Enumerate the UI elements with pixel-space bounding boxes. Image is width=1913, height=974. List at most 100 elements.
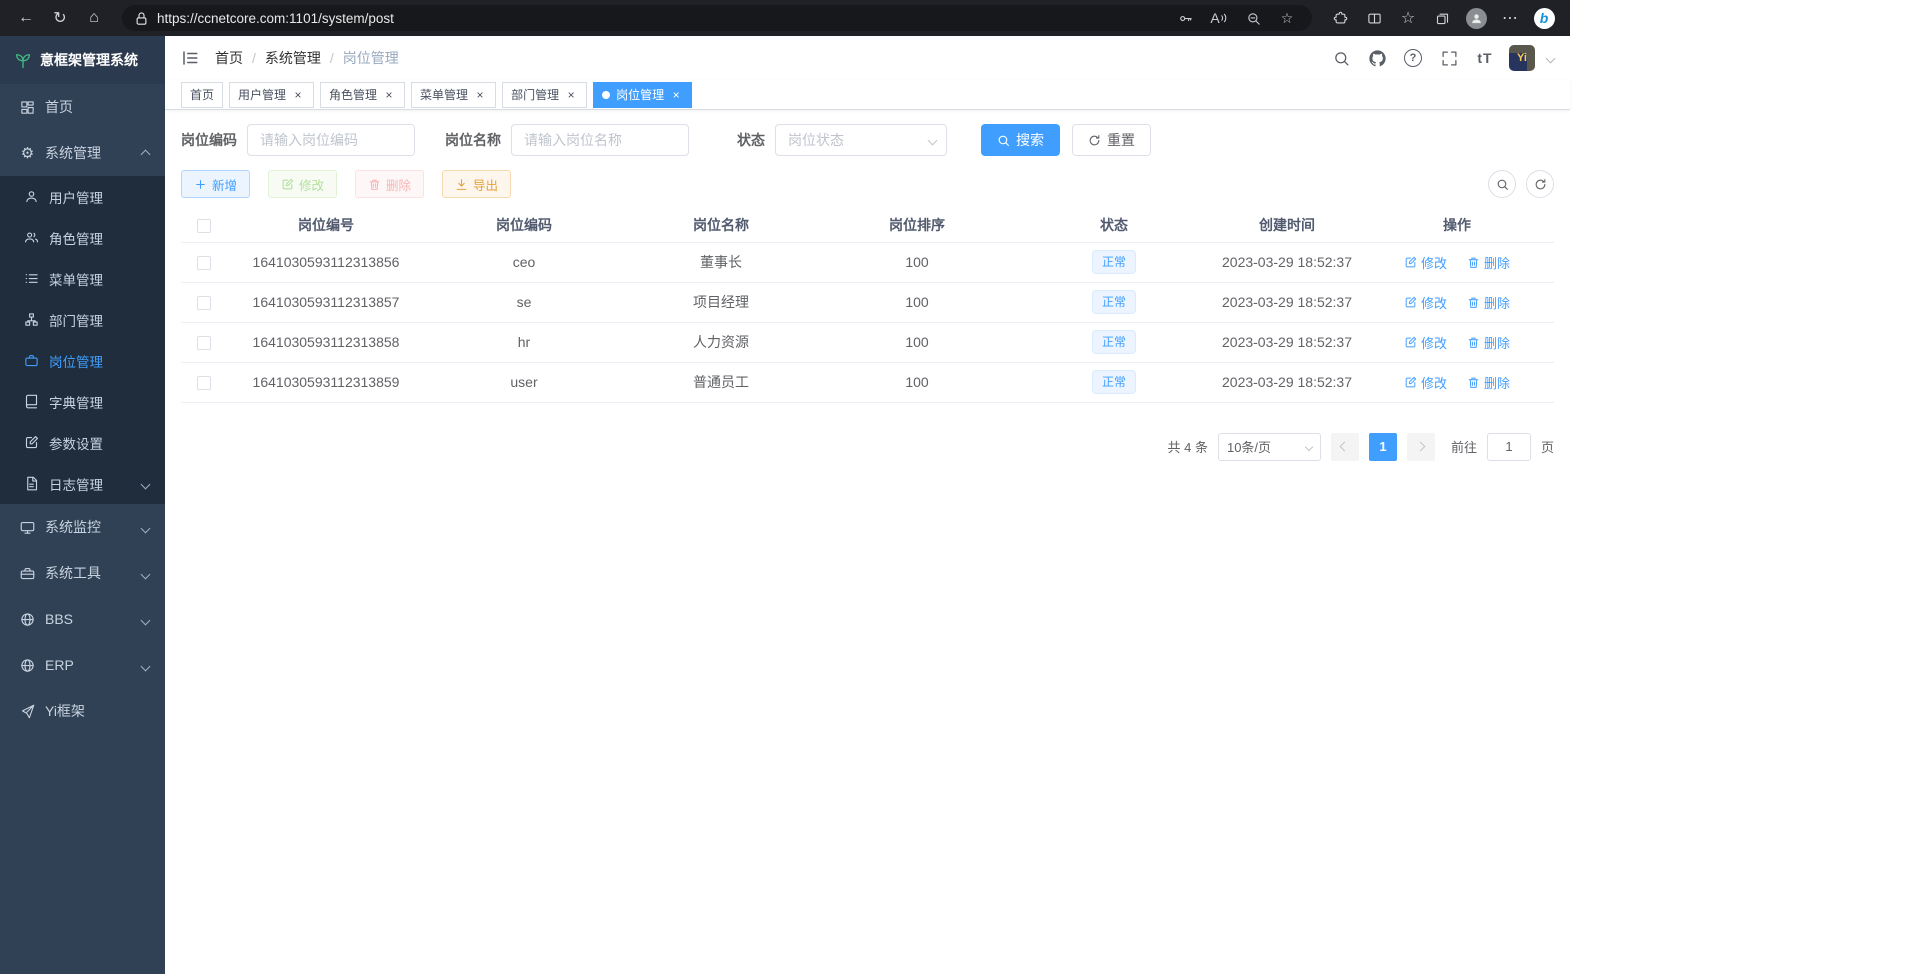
tab-role-management[interactable]: 角色管理 × bbox=[320, 82, 405, 108]
content: 岗位编码 岗位名称 状态 岗位状态 bbox=[165, 110, 1570, 974]
sidebar-item-post-management[interactable]: 岗位管理 bbox=[0, 340, 165, 381]
copilot-icon[interactable]: b bbox=[1528, 4, 1560, 32]
more-icon[interactable]: ⋯ bbox=[1494, 4, 1526, 32]
back-icon[interactable]: ← bbox=[10, 4, 42, 32]
screenshot: ← ↻ ⌂ https://ccnetcore.com:1101/system/… bbox=[0, 0, 1913, 974]
row-edit-link[interactable]: 修改 bbox=[1404, 293, 1447, 312]
sidebar-item-role-management[interactable]: 角色管理 bbox=[0, 217, 165, 258]
status-badge: 正常 bbox=[1092, 330, 1136, 354]
user-avatar[interactable]: Yi bbox=[1509, 45, 1535, 71]
password-key-icon[interactable] bbox=[1172, 7, 1198, 29]
favorite-add-icon[interactable]: ☆ bbox=[1274, 7, 1300, 29]
page-number-1[interactable]: 1 bbox=[1369, 433, 1397, 461]
col-post-code: 岗位编码 bbox=[426, 208, 622, 242]
cell-created: 2023-03-29 18:52:37 bbox=[1214, 362, 1360, 402]
zoom-out-icon[interactable] bbox=[1240, 7, 1266, 29]
row-delete-link[interactable]: 删除 bbox=[1467, 253, 1510, 272]
post-code-input[interactable] bbox=[247, 124, 415, 156]
breadcrumb-system[interactable]: 系统管理 bbox=[265, 48, 321, 68]
sidebar-item-system-monitor[interactable]: 系统监控 bbox=[0, 504, 165, 550]
status-select[interactable]: 岗位状态 bbox=[775, 124, 947, 156]
row-edit-link[interactable]: 修改 bbox=[1404, 333, 1447, 352]
web-page: 意框架管理系统 首页 ⚙ 系统管理 用户管理 bbox=[0, 36, 1570, 974]
avatar-caret-icon[interactable] bbox=[1547, 49, 1554, 67]
row-edit-link[interactable]: 修改 bbox=[1404, 373, 1447, 392]
toggle-search-icon[interactable] bbox=[1488, 170, 1516, 198]
tab-dept-management[interactable]: 部门管理 × bbox=[502, 82, 587, 108]
app-logo[interactable]: 意框架管理系统 bbox=[0, 36, 165, 84]
close-icon[interactable]: × bbox=[564, 88, 578, 102]
favorites-icon[interactable]: ☆ bbox=[1392, 4, 1424, 32]
sidebar-item-system-tools[interactable]: 系统工具 bbox=[0, 550, 165, 596]
sidebar-item-menu-management[interactable]: 菜单管理 bbox=[0, 258, 165, 299]
add-button[interactable]: 新增 bbox=[181, 170, 250, 198]
github-icon[interactable] bbox=[1365, 46, 1389, 70]
close-icon[interactable]: × bbox=[291, 88, 305, 102]
row-delete-link[interactable]: 删除 bbox=[1467, 293, 1510, 312]
reload-icon[interactable]: ↻ bbox=[44, 4, 76, 32]
tab-post-management[interactable]: 岗位管理 × bbox=[593, 82, 692, 108]
cell-post-id: 1641030593112313859 bbox=[226, 362, 426, 402]
cell-post-name: 普通员工 bbox=[622, 362, 820, 402]
sidebar-item-user-management[interactable]: 用户管理 bbox=[0, 176, 165, 217]
address-bar[interactable]: https://ccnetcore.com:1101/system/post A… bbox=[122, 5, 1312, 31]
collections-icon[interactable] bbox=[1426, 4, 1458, 32]
goto-page-input[interactable] bbox=[1487, 433, 1531, 461]
row-checkbox[interactable] bbox=[197, 336, 211, 350]
extensions-icon[interactable] bbox=[1324, 4, 1356, 32]
pagination: 共 4 条 10条/页 1 前往 页 bbox=[181, 433, 1554, 461]
split-screen-icon[interactable] bbox=[1358, 4, 1390, 32]
sidebar-item-erp[interactable]: ERP bbox=[0, 642, 165, 688]
browser-home-icon[interactable]: ⌂ bbox=[78, 4, 110, 32]
sidebar-item-system-management[interactable]: ⚙ 系统管理 bbox=[0, 130, 165, 176]
chevron-down-icon bbox=[142, 476, 149, 491]
profile-avatar bbox=[1466, 8, 1487, 29]
help-icon[interactable]: ? bbox=[1401, 46, 1425, 70]
edit-button-label: 修改 bbox=[299, 175, 324, 194]
sidebar-toggle-icon[interactable] bbox=[181, 49, 199, 67]
breadcrumb-home[interactable]: 首页 bbox=[215, 48, 243, 68]
next-page-button[interactable] bbox=[1407, 433, 1435, 461]
sidebar-item-label: Yi框架 bbox=[45, 701, 85, 721]
row-checkbox[interactable] bbox=[197, 256, 211, 270]
tab-home[interactable]: 首页 bbox=[181, 82, 223, 108]
close-icon[interactable]: × bbox=[382, 88, 396, 102]
row-checkbox[interactable] bbox=[197, 376, 211, 390]
delete-button[interactable]: 删除 bbox=[355, 170, 424, 198]
refresh-table-icon[interactable] bbox=[1526, 170, 1554, 198]
table-row: 1641030593112313857 se 项目经理 100 正常 2023-… bbox=[181, 282, 1554, 322]
fullscreen-icon[interactable] bbox=[1437, 46, 1461, 70]
users-icon bbox=[24, 230, 39, 245]
text-size-icon[interactable]: tT bbox=[1473, 46, 1497, 70]
sidebar-item-home[interactable]: 首页 bbox=[0, 84, 165, 130]
row-checkbox[interactable] bbox=[197, 296, 211, 310]
row-delete-link[interactable]: 删除 bbox=[1467, 373, 1510, 392]
sidebar-item-param-settings[interactable]: 参数设置 bbox=[0, 422, 165, 463]
tab-menu-management[interactable]: 菜单管理 × bbox=[411, 82, 496, 108]
cell-post-code: se bbox=[426, 282, 622, 322]
read-aloud-icon[interactable]: A bbox=[1206, 7, 1232, 29]
reset-button[interactable]: 重置 bbox=[1072, 124, 1151, 156]
header-search-icon[interactable] bbox=[1329, 46, 1353, 70]
sidebar-item-dict-management[interactable]: 字典管理 bbox=[0, 381, 165, 422]
tab-user-management[interactable]: 用户管理 × bbox=[229, 82, 314, 108]
export-button[interactable]: 导出 bbox=[442, 170, 511, 198]
search-button[interactable]: 搜索 bbox=[981, 124, 1060, 156]
select-all-checkbox[interactable] bbox=[197, 219, 211, 233]
browser-profile-icon[interactable] bbox=[1460, 4, 1492, 32]
row-delete-link[interactable]: 删除 bbox=[1467, 333, 1510, 352]
prev-page-button[interactable] bbox=[1331, 433, 1359, 461]
post-table: 岗位编号 岗位编码 岗位名称 岗位排序 状态 创建时间 操作 bbox=[181, 208, 1554, 403]
cell-post-code: ceo bbox=[426, 242, 622, 282]
sidebar-item-dept-management[interactable]: 部门管理 bbox=[0, 299, 165, 340]
post-name-input[interactable] bbox=[511, 124, 689, 156]
sidebar-item-log-management[interactable]: 日志管理 bbox=[0, 463, 165, 504]
close-icon[interactable]: × bbox=[669, 88, 683, 102]
page-size-select[interactable]: 10条/页 bbox=[1218, 433, 1321, 461]
sidebar-item-bbs[interactable]: BBS bbox=[0, 596, 165, 642]
edit-button[interactable]: 修改 bbox=[268, 170, 337, 198]
row-edit-link[interactable]: 修改 bbox=[1404, 253, 1447, 272]
sidebar-item-yi-framework[interactable]: Yi框架 bbox=[0, 688, 165, 734]
toolbox-icon bbox=[20, 566, 35, 581]
close-icon[interactable]: × bbox=[473, 88, 487, 102]
